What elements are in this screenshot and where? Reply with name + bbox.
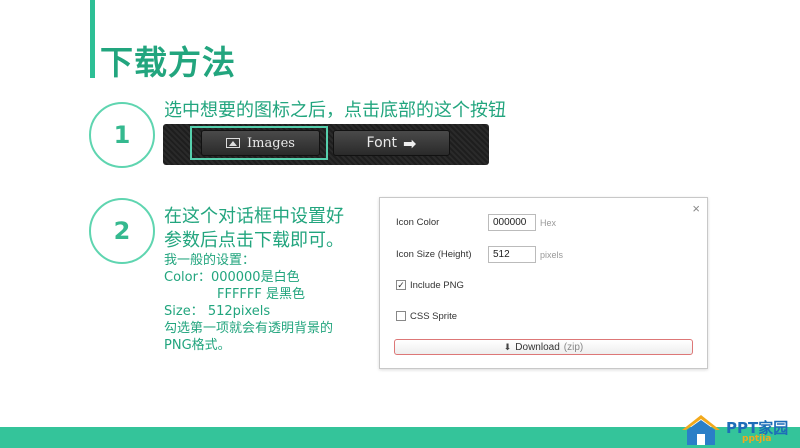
download-suffix: (zip) <box>563 341 584 353</box>
css-sprite-checkbox[interactable] <box>396 311 406 321</box>
icon-size-unit: pixels <box>540 250 564 260</box>
step-2-badge: 2 <box>89 198 155 264</box>
page-title: 下载方法 <box>100 43 236 82</box>
step-2-heading-line1: 在这个对话框中设置好 <box>164 206 344 227</box>
icon-color-input[interactable]: 000000 <box>488 214 536 231</box>
ppt-logo: PPT家园 pptjia <box>678 412 788 448</box>
icon-size-label: Icon Size (Height) <box>396 249 472 260</box>
icon-color-label: Icon Color <box>396 217 440 228</box>
download-icon: ⬇ <box>503 341 512 352</box>
font-button[interactable]: Font ➡ <box>333 130 450 156</box>
step-2-heading: 在这个对话框中设置好 参数后点击下载即可。 <box>164 205 374 253</box>
font-button-label: Font <box>366 135 398 151</box>
images-button-highlight <box>190 126 328 160</box>
step-2-body: 我一般的设置： Color：000000是白色 FFFFFF 是黑色 Size：… <box>164 252 374 354</box>
step-2-heading-line2: 参数后点击下载即可。 <box>164 230 344 251</box>
include-png-label: Include PNG <box>410 280 464 291</box>
icon-color-unit: Hex <box>540 218 557 228</box>
css-sprite-label: CSS Sprite <box>410 311 457 322</box>
step-1-badge: 1 <box>89 102 155 168</box>
icon-size-input[interactable]: 512 <box>488 246 536 263</box>
step-2-line3: FFFFFF 是黑色 <box>217 287 305 302</box>
close-icon[interactable]: × <box>692 201 700 216</box>
step-2-line4: Size： 512pixels <box>164 304 271 319</box>
arrow-right-icon: ➡ <box>403 133 417 153</box>
download-button-label: Download <box>515 341 560 353</box>
step-2-line5: 勾选第一项就会有透明背景的 <box>164 321 334 336</box>
include-png-checkbox[interactable]: ✓ <box>396 280 406 290</box>
download-button[interactable]: ⬇ Download (zip) <box>394 339 693 355</box>
download-dialog: × Icon Color 000000 Hex Icon Size (Heigh… <box>379 197 708 369</box>
step-2-line6: PNG格式。 <box>164 338 231 353</box>
step-1-text: 选中想要的图标之后，点击底部的这个按钮 <box>164 100 506 121</box>
title-accent-bar <box>90 0 95 78</box>
house-logo-icon <box>682 415 720 445</box>
logo-subtext: pptjia <box>742 434 772 444</box>
step-2-line1: 我一般的设置： <box>164 253 256 268</box>
step-2-line2: Color：000000是白色 <box>164 270 300 285</box>
